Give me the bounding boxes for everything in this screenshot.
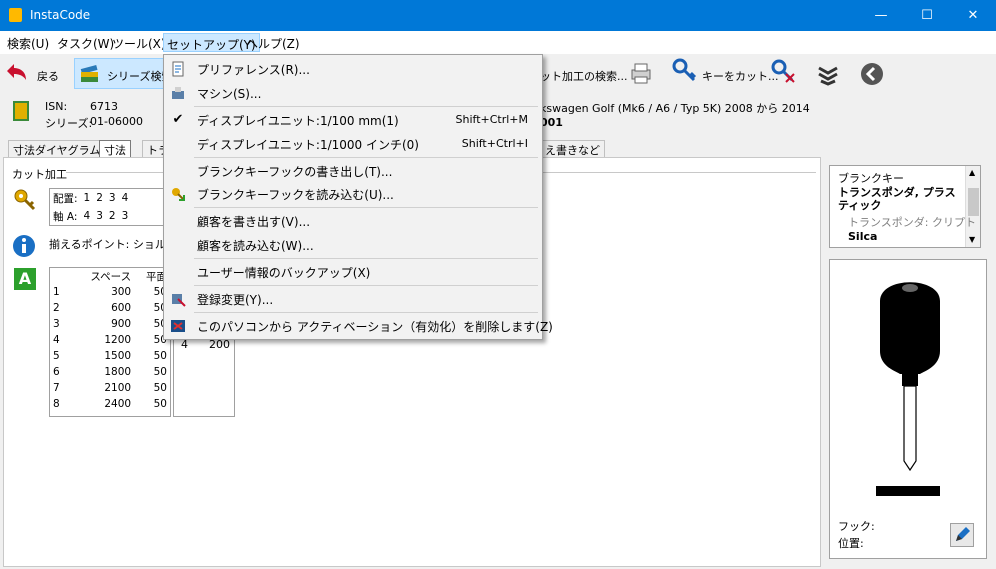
- cut-search-button[interactable]: ット加工の検索...: [540, 68, 628, 84]
- shortcut-unit-mm: Shift+Ctrl+M: [455, 113, 529, 126]
- setup-dropdown-menu: プリファレンス(R)... マシン(S)... ✔ ディスプレイユニット:1/1…: [163, 54, 553, 340]
- check-icon: ✔: [172, 112, 184, 127]
- cut-section-title: カット加工: [12, 168, 67, 181]
- blank-key-item-2[interactable]: トランスポンダ: クリプト: [848, 214, 976, 230]
- menu-separator: [194, 285, 538, 286]
- menu-item-export-blank-hook[interactable]: ブランクキーフックの書き出し(T)...: [197, 163, 392, 180]
- tab-notes[interactable]: え書きなど: [540, 140, 605, 157]
- shortcut-unit-inch: Shift+Ctrl+I: [461, 137, 528, 150]
- menu-search[interactable]: 検索(U): [7, 35, 49, 52]
- minimize-button[interactable]: —: [858, 0, 904, 31]
- menu-item-export-customers[interactable]: 顧客を書き出す(V)...: [197, 213, 310, 230]
- menu-item-preferences[interactable]: プリファレンス(R)...: [197, 61, 310, 78]
- menu-separator: [194, 312, 538, 313]
- letter-a-icon: A: [14, 268, 36, 290]
- hook-label: フック:: [838, 520, 875, 533]
- space-table: スペース 平面 1 300 50 2 600 50 3 900 50 4 1200 50 5 150…: [49, 267, 171, 417]
- cut-grid: 配置: 1 2 3 4 軸 A: 4 3 2 3: [49, 188, 169, 226]
- menu-help[interactable]: ヘルプ(Z): [246, 35, 300, 52]
- info-icon: [12, 234, 36, 258]
- menu-separator: [194, 106, 538, 107]
- menu-item-machine[interactable]: マシン(S)...: [197, 85, 261, 102]
- maximize-button[interactable]: ☐: [904, 0, 950, 31]
- menu-separator: [194, 157, 538, 158]
- axis-label: 軸 A:: [53, 210, 78, 223]
- menu-separator: [194, 258, 538, 259]
- scroll-down-icon[interactable]: ▼: [969, 235, 975, 244]
- machine-icon: [170, 85, 186, 101]
- book-icon: [10, 99, 32, 123]
- blank-key-title: ブランクキー: [838, 172, 904, 185]
- menu-separator: [194, 207, 538, 208]
- remove-activation-icon: [170, 318, 186, 334]
- key-cut-icon: [672, 58, 698, 86]
- title-bar: InstaCode — ☐ ✕: [0, 0, 996, 31]
- edit-pencil-icon[interactable]: [950, 523, 974, 547]
- scroll-up-icon[interactable]: ▲: [969, 168, 975, 177]
- key-silhouette: [860, 266, 960, 496]
- code-value: 001: [540, 116, 563, 129]
- key-image-panel: フック: 位置:: [829, 259, 987, 559]
- scrollbar[interactable]: ▲ ▼: [965, 166, 980, 247]
- menu-item-import-customers[interactable]: 顧客を読み込む(W)...: [197, 237, 314, 254]
- preferences-icon: [170, 61, 186, 77]
- series-label: シリーズ:: [45, 117, 93, 130]
- menu-item-backup-user-info[interactable]: ユーザー情報のバックアップ(X): [197, 264, 370, 281]
- back-arrow-icon[interactable]: [6, 62, 30, 84]
- menu-tools[interactable]: ツール(X): [112, 35, 166, 52]
- isn-value: 6713: [90, 100, 118, 113]
- import-key-icon: [170, 186, 186, 202]
- isn-label: ISN:: [45, 100, 68, 113]
- menu-bar: 検索(U) タスク(W) ツール(X) セットアップ(Y) ヘルプ(Z): [0, 31, 996, 54]
- tab-dimension-diagram[interactable]: 寸法ダイヤグラム: [8, 140, 106, 157]
- cut-key-button[interactable]: キーをカット...: [702, 68, 779, 84]
- key-search-icon[interactable]: [770, 58, 796, 86]
- blank-key-item-3[interactable]: Silca: [848, 230, 877, 243]
- vehicle-name: kswagen Golf (Mk6 / A6 / Typ 5K) 2008 から…: [540, 102, 810, 115]
- key-icon: [12, 188, 38, 212]
- blank-key-item-1[interactable]: トランスポンダ, プラスティック: [838, 186, 962, 212]
- forward-icon[interactable]: [860, 62, 884, 86]
- menu-item-import-blank-hook[interactable]: ブランクキーフックを読み込む(U)...: [197, 186, 394, 203]
- printer-icon[interactable]: [628, 60, 654, 86]
- menu-item-change-registration[interactable]: 登録変更(Y)...: [197, 291, 273, 308]
- books-icon: [79, 64, 101, 84]
- back-button[interactable]: 戻る: [37, 68, 59, 84]
- close-button[interactable]: ✕: [950, 0, 996, 31]
- position-label: 配置:: [53, 192, 78, 205]
- tab-dimension[interactable]: 寸法: [99, 140, 131, 157]
- registration-icon: [170, 291, 186, 307]
- menu-item-unit-mm[interactable]: ディスプレイユニット:1/100 mm(1): [197, 112, 399, 129]
- window-title: InstaCode: [30, 8, 91, 22]
- scrollbar-thumb[interactable]: [968, 188, 979, 216]
- menu-task[interactable]: タスク(W): [57, 35, 114, 52]
- position-label-key: 位置:: [838, 537, 864, 550]
- menu-item-unit-inch[interactable]: ディスプレイユニット:1/1000 インチ(0): [197, 136, 419, 153]
- series-value: 01-06000: [90, 115, 143, 128]
- menu-item-remove-activation[interactable]: このパソコンから アクティベーション（有効化）を削除します(Z): [197, 318, 553, 335]
- app-icon: [9, 8, 22, 22]
- layers-icon[interactable]: [815, 60, 841, 86]
